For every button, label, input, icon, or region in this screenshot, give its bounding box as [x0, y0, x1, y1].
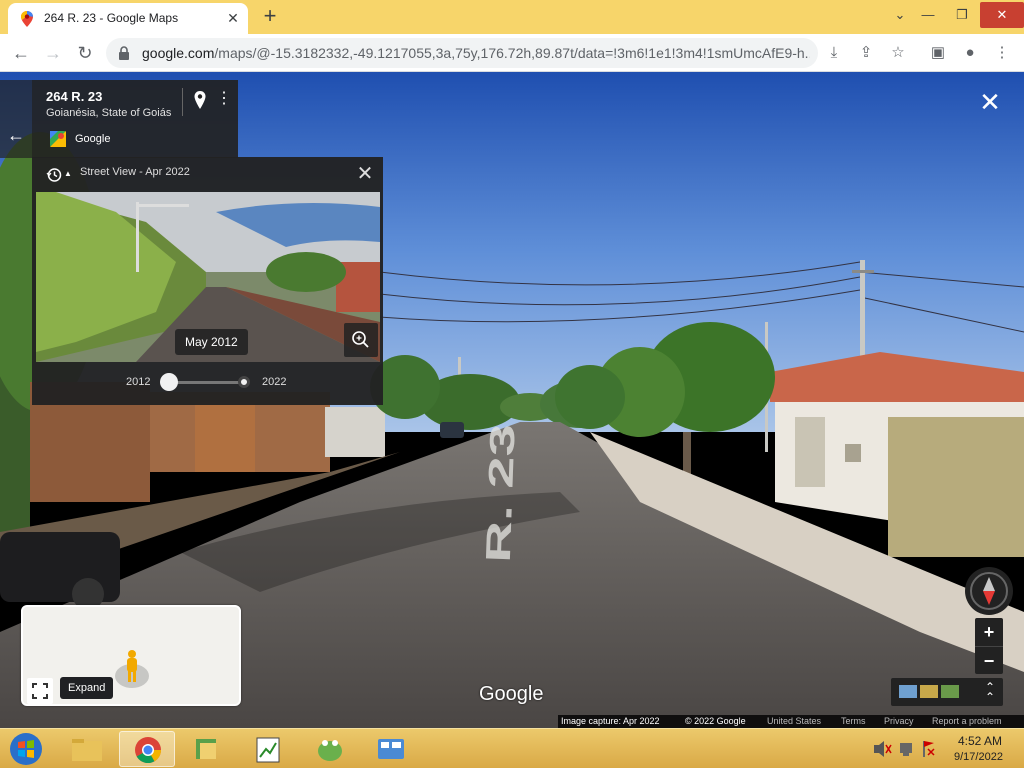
address-bar[interactable]: google.com/maps/@-15.3182332,-49.1217055…	[106, 38, 818, 68]
zoom-preview-button[interactable]	[344, 323, 378, 357]
menu-kebab-icon[interactable]: ⋮	[990, 41, 1014, 65]
fullscreen-corners-icon	[32, 683, 48, 699]
windows-logo-icon	[10, 733, 42, 765]
expand-tooltip: Expand	[60, 677, 114, 699]
install-icon[interactable]: ⤓	[822, 41, 846, 65]
divider	[182, 88, 183, 116]
clock-time[interactable]: 4:52 AM	[958, 734, 1002, 748]
timeline-current-marker[interactable]	[238, 376, 250, 388]
history-clock-icon[interactable]	[46, 167, 62, 183]
new-tab-button[interactable]: +	[258, 5, 282, 29]
start-button[interactable]	[6, 731, 46, 767]
zoom-controls: + −	[975, 618, 1003, 674]
google-watermark: Google	[479, 683, 544, 705]
zoom-out-button[interactable]: −	[975, 646, 1003, 674]
tray-icons	[874, 741, 935, 757]
privacy-link[interactable]: Privacy	[884, 716, 914, 726]
bookmark-star-icon[interactable]: ☆	[886, 41, 910, 65]
image-capture-date: Image capture: Apr 2022	[561, 716, 660, 726]
back-arrow-icon[interactable]: ←	[8, 40, 34, 66]
url-text: google.com/maps/@-15.3182332,-49.1217055…	[142, 45, 810, 61]
imagery-thumbnail[interactable]	[920, 685, 938, 698]
back-arrow-icon[interactable]: ←	[0, 80, 32, 158]
minimize-button[interactable]: —	[912, 2, 944, 28]
terms-link[interactable]: Terms	[841, 716, 866, 726]
address-title: 264 R. 23	[46, 89, 103, 104]
report-problem-link[interactable]: Report a problem	[932, 716, 1002, 726]
share-icon[interactable]: ⇪	[854, 41, 878, 65]
map-pin-icon[interactable]	[192, 90, 208, 110]
app-taskbar-icon[interactable]	[363, 731, 419, 767]
profile-icon[interactable]: ●	[958, 41, 982, 65]
lock-icon	[119, 46, 129, 60]
close-street-view-icon[interactable]: ✕	[976, 88, 1004, 116]
selected-date-label: May 2012	[175, 329, 248, 355]
url-path: /maps/@-15.3182332,-49.1217055,3a,75y,17…	[214, 45, 810, 61]
road-marking-text: R. 23	[478, 423, 523, 564]
windows-taskbar: 4:52 AM 9/17/2022	[0, 728, 1024, 768]
control-panel-icon	[378, 739, 404, 759]
imagery-selector[interactable]: ⌃ ⌃	[891, 678, 1003, 706]
chrome-icon	[135, 737, 162, 764]
app-taskbar-icon[interactable]	[241, 731, 297, 767]
country-link[interactable]: United States	[767, 716, 821, 726]
google-maps-logo-icon	[50, 131, 66, 147]
address-card: 264 R. 23 Goianésia, State of Goiás ⋮ Go…	[32, 80, 238, 158]
browser-toolbar: ← → ↻ google.com/maps/@-15.3182332,-49.1…	[0, 34, 1024, 72]
reload-icon[interactable]: ↻	[72, 40, 98, 66]
magnifier-plus-icon	[352, 331, 369, 348]
timeline-slider-thumb[interactable]	[160, 373, 178, 391]
slider-start-year: 2012	[126, 376, 151, 388]
file-explorer-taskbar-icon[interactable]	[60, 731, 116, 767]
tab-strip: 264 R. 23 - Google Maps ✕ + ⌄ — ❐ ✕	[0, 0, 1024, 34]
expand-icon[interactable]	[27, 678, 53, 704]
zoom-in-button[interactable]: +	[975, 618, 1003, 646]
time-machine-title: Street View - Apr 2022	[80, 166, 190, 178]
imagery-thumbnail[interactable]	[899, 685, 917, 698]
restore-button[interactable]: ❐	[946, 2, 978, 28]
imagery-thumbnail[interactable]	[941, 685, 959, 698]
app-taskbar-icon[interactable]	[180, 731, 236, 767]
time-machine-close-icon[interactable]: ✕	[354, 163, 376, 185]
url-domain: google.com	[142, 45, 215, 61]
slider-end-year: 2022	[262, 376, 287, 388]
chart-app-icon	[256, 737, 280, 763]
more-options-icon[interactable]: ⋮	[216, 90, 232, 110]
caret-up-icon[interactable]: ▲	[64, 169, 72, 178]
network-app-icon	[196, 739, 216, 759]
google-maps-label: Google	[75, 133, 111, 145]
app-taskbar-icon[interactable]	[302, 731, 358, 767]
side-panel-icon[interactable]: ▣	[926, 41, 950, 65]
street-view-time-machine-panel: ▲ Street View - Apr 2022 ✕ May 2012 2012…	[32, 157, 383, 405]
tab-title: 264 R. 23 - Google Maps	[44, 11, 179, 25]
copyright-text: © 2022 Google	[685, 716, 746, 726]
browser-tab[interactable]: 264 R. 23 - Google Maps ✕	[8, 3, 248, 34]
historical-imagery-preview[interactable]: May 2012	[36, 192, 380, 362]
forward-arrow-icon[interactable]: →	[40, 40, 66, 66]
google-maps-favicon-icon	[21, 11, 33, 27]
chrome-taskbar-icon[interactable]	[119, 731, 175, 767]
folder-icon	[72, 739, 102, 761]
address-subtitle: Goianésia, State of Goiás	[46, 107, 172, 119]
chevron-up-icon[interactable]: ⌃ ⌃	[981, 681, 999, 703]
frog-app-icon	[318, 740, 342, 761]
attribution-bar: Image capture: Apr 2022 © 2022 Google Un…	[558, 715, 1024, 728]
compass-button[interactable]	[965, 567, 1013, 615]
clock-date[interactable]: 9/17/2022	[954, 751, 1003, 763]
window-close-button[interactable]: ✕	[980, 2, 1024, 28]
pegman-icon[interactable]	[112, 648, 152, 690]
tab-close-icon[interactable]: ✕	[224, 9, 242, 27]
compass-icon	[970, 572, 1008, 610]
timeline-slider-track[interactable]	[169, 381, 244, 384]
